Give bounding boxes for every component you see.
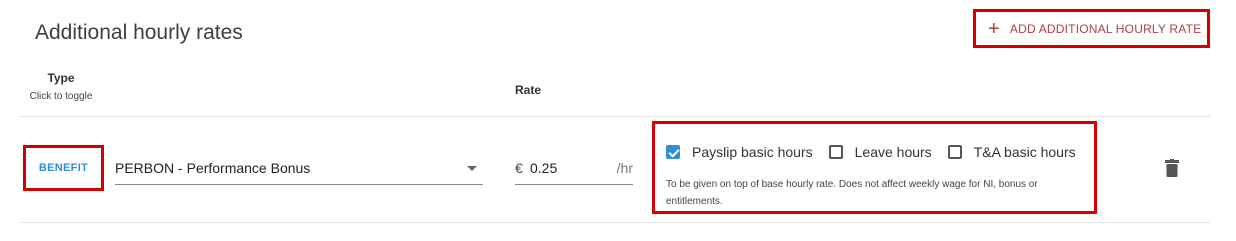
rate-input[interactable]	[530, 157, 600, 179]
hours-help-text: To be given on top of base hourly rate. …	[666, 179, 1038, 207]
leave-hours-option[interactable]: Leave hours	[828, 144, 932, 160]
rate-code-select[interactable]: PERBON - Performance Bonus	[115, 152, 483, 185]
currency-symbol: €	[515, 160, 523, 176]
header-divider	[20, 116, 1210, 117]
type-header-label: Type	[47, 71, 75, 85]
add-additional-hourly-rate-button[interactable]: + ADD ADDITIONAL HOURLY RATE	[973, 9, 1210, 48]
ta-basic-hours-option[interactable]: T&A basic hours	[947, 144, 1076, 160]
hours-options-panel: Payslip basic hours Leave hours T&A basi…	[652, 121, 1097, 214]
delete-rate-button[interactable]	[1165, 159, 1179, 177]
trash-icon	[1165, 159, 1179, 177]
payslip-basic-hours-checkbox[interactable]	[666, 145, 680, 159]
rate-column-header: Rate	[515, 83, 542, 97]
ta-basic-hours-checkbox[interactable]	[947, 145, 962, 159]
rate-code-value: PERBON - Performance Bonus	[115, 160, 311, 176]
ta-basic-hours-label: T&A basic hours	[973, 144, 1076, 160]
rate-field: € /hr	[515, 152, 633, 185]
type-column-header: Type Click to toggle	[26, 71, 96, 102]
hours-checkbox-row: Payslip basic hours Leave hours T&A basi…	[666, 144, 1092, 160]
type-toggle-hint: Click to toggle	[29, 91, 93, 102]
leave-hours-label: Leave hours	[854, 144, 932, 160]
leave-hours-checkbox[interactable]	[828, 145, 843, 159]
row-divider	[20, 222, 1210, 223]
section-title: Additional hourly rates	[35, 21, 243, 44]
chevron-down-icon	[467, 166, 477, 171]
payslip-basic-hours-option[interactable]: Payslip basic hours	[666, 144, 813, 160]
payslip-basic-hours-label: Payslip basic hours	[692, 144, 813, 160]
plus-icon: +	[988, 17, 1000, 40]
rate-unit: /hr	[616, 160, 633, 176]
add-button-label: ADD ADDITIONAL HOURLY RATE	[1009, 21, 1202, 36]
type-toggle-button[interactable]: BENEFIT	[23, 145, 104, 191]
